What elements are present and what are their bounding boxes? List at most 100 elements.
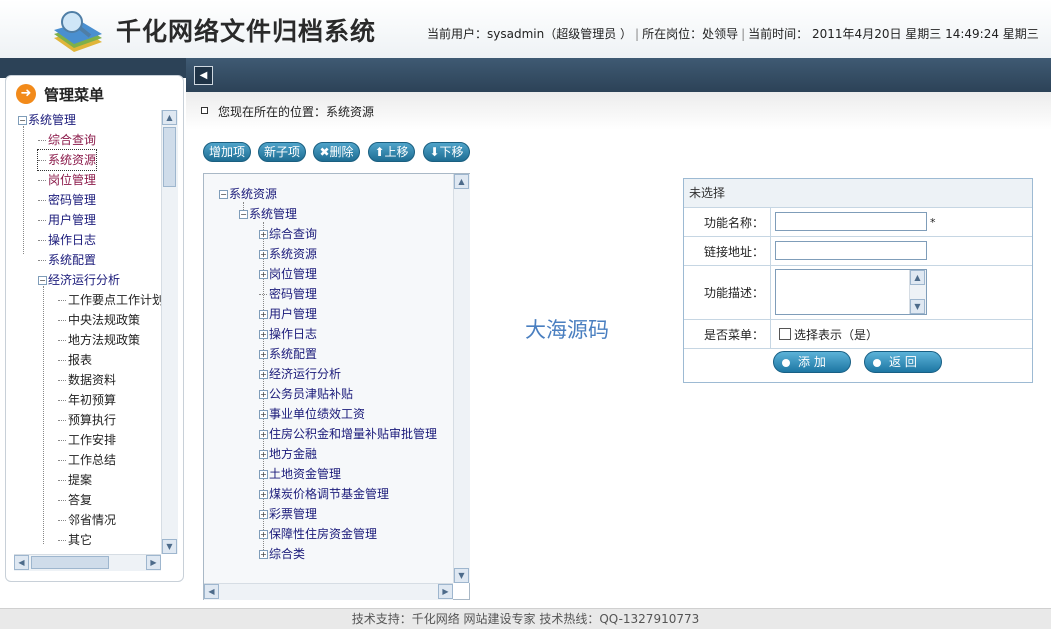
description-textarea[interactable]: ▲ ▼: [775, 269, 927, 315]
menu-tree: − 系统管理 综合查询 系统资源 岗位管理 密码管理 用户管理 操作日志 系统配置…: [12, 110, 162, 554]
textarea-scrollbar[interactable]: ▲ ▼: [909, 270, 926, 314]
tree-node[interactable]: + 住房公积金和增量补贴审批管理: [259, 424, 437, 444]
collapse-icon: −: [18, 116, 27, 125]
expand-icon: +: [259, 350, 268, 359]
resource-tree-panel: − 系统资源 − 系统管理 + 综合查询 + 系统资源 + 岗位管理 密码管理 + 用户管理…: [203, 173, 470, 600]
scroll-up-icon[interactable]: ▲: [162, 110, 177, 125]
tree-node[interactable]: + 公务员津贴补贴: [259, 384, 353, 404]
sidebar-item[interactable]: − 经济运行分析: [38, 270, 120, 290]
tree-node-root[interactable]: − 系统资源: [219, 184, 277, 204]
collapse-icon: −: [38, 276, 47, 285]
tree-node[interactable]: + 彩票管理: [259, 504, 317, 524]
sidebar-subitem[interactable]: 数据资料: [58, 370, 116, 390]
sidebar-subitem[interactable]: 工作安排: [58, 430, 116, 450]
tree-node[interactable]: + 事业单位绩效工资: [259, 404, 365, 424]
sidebar-subitem[interactable]: 其它: [58, 530, 92, 550]
tree-node[interactable]: + 地方金融: [259, 444, 317, 464]
link-url-input[interactable]: [775, 241, 927, 260]
scroll-down-icon[interactable]: ▼: [162, 539, 177, 554]
tree-node[interactable]: − 系统管理: [239, 204, 297, 224]
expand-icon: +: [259, 370, 268, 379]
edit-form: 未选择 功能名称： * 链接地址： 功能描述： ▲ ▼ 是否菜单： 选择表示（是…: [683, 178, 1033, 383]
sidebar-item[interactable]: 操作日志: [38, 230, 96, 250]
sidebar-item[interactable]: 综合查询: [38, 130, 96, 150]
sidebar-subitem[interactable]: 邻省情况: [58, 510, 116, 530]
tree-node[interactable]: + 综合查询: [259, 224, 317, 244]
add-item-button[interactable]: 增加项: [203, 142, 251, 162]
menu-label: 是否菜单：: [684, 320, 771, 348]
user-value: sysadmin（超级管理员 ）: [487, 27, 633, 41]
name-label: 功能名称：: [684, 208, 771, 236]
time-label: 当前时间：: [748, 27, 809, 41]
sidebar-item[interactable]: 岗位管理: [38, 170, 96, 190]
tree-node[interactable]: + 土地资金管理: [259, 464, 341, 484]
expand-icon: +: [259, 490, 268, 499]
user-label: 当前用户：: [427, 27, 488, 41]
sidebar-subitem[interactable]: 提案: [58, 470, 92, 490]
expand-icon: +: [259, 470, 268, 479]
tree-horizontal-scrollbar[interactable]: ◀ ▶: [204, 583, 453, 600]
delete-button[interactable]: ✖删除: [313, 142, 360, 162]
expand-icon: +: [259, 530, 268, 539]
is-menu-checkbox[interactable]: [779, 328, 791, 340]
scroll-down-icon[interactable]: ▼: [910, 299, 925, 314]
sidebar-item[interactable]: 用户管理: [38, 210, 96, 230]
move-down-button[interactable]: ⬇下移: [423, 142, 470, 162]
collapse-icon: −: [239, 210, 248, 219]
tree-node[interactable]: + 保障性住房资金管理: [259, 524, 377, 544]
expand-icon: +: [259, 510, 268, 519]
sidebar-vertical-scrollbar[interactable]: ▲ ▼: [161, 110, 178, 554]
add-child-button[interactable]: 新子项: [258, 142, 306, 162]
tree-node[interactable]: + 用户管理: [259, 304, 317, 324]
scroll-down-icon[interactable]: ▼: [454, 568, 469, 583]
expand-icon: +: [259, 430, 268, 439]
scroll-right-icon[interactable]: ▶: [146, 555, 161, 570]
tree-node[interactable]: + 岗位管理: [259, 264, 317, 284]
expand-icon: +: [259, 410, 268, 419]
sidebar-subitem[interactable]: 报表: [58, 350, 92, 370]
tree-node[interactable]: + 综合类: [259, 544, 305, 564]
scroll-thumb[interactable]: [163, 127, 176, 187]
sidebar-item[interactable]: 系统资源: [36, 149, 98, 171]
sidebar-item[interactable]: 密码管理: [38, 190, 96, 210]
sidebar-horizontal-scrollbar[interactable]: ◀ ▶: [14, 554, 161, 571]
scroll-right-icon[interactable]: ▶: [438, 584, 453, 599]
tree-node[interactable]: + 经济运行分析: [259, 364, 341, 384]
scroll-left-icon[interactable]: ◀: [204, 584, 219, 599]
expand-icon: +: [259, 310, 268, 319]
tree-node[interactable]: 密码管理: [259, 284, 317, 304]
time-value: 2011年4月20日 星期三 14:49:24 星期三: [812, 27, 1039, 41]
sidebar-subitem[interactable]: 年初预算: [58, 390, 116, 410]
required-mark: *: [930, 216, 936, 229]
sidebar-subitem[interactable]: 预算执行: [58, 410, 116, 430]
sidebar-subitem[interactable]: 工作要点工作计划: [58, 290, 162, 310]
desc-label: 功能描述：: [684, 266, 771, 319]
sidebar-subitem[interactable]: 地方法规政策: [58, 330, 140, 350]
sidebar-item-root[interactable]: − 系统管理: [18, 110, 76, 130]
scroll-up-icon[interactable]: ▲: [454, 174, 469, 189]
tree-node[interactable]: + 系统配置: [259, 344, 317, 364]
tree-vertical-scrollbar[interactable]: ▲ ▼: [453, 174, 470, 583]
form-header: 未选择: [684, 179, 1032, 208]
function-name-input[interactable]: [775, 212, 927, 231]
sidebar-item[interactable]: 系统配置: [38, 250, 96, 270]
sidebar-subitem[interactable]: 答复: [58, 490, 92, 510]
arrow-up-icon: ⬆: [374, 145, 385, 159]
tree-node[interactable]: + 煤炭价格调节基金管理: [259, 484, 389, 504]
sidebar-subitem[interactable]: 工作总结: [58, 450, 116, 470]
collapse-sidebar-button[interactable]: ◀: [194, 66, 213, 85]
menu-title: 管理菜单: [44, 86, 105, 104]
footer: 技术支持：千化网络 网站建设专家 技术热线：QQ-1327910773: [0, 608, 1051, 629]
breadcrumb-text: 您现在所在的位置：系统资源: [218, 105, 375, 119]
back-button[interactable]: 返 回: [864, 351, 942, 373]
scroll-up-icon[interactable]: ▲: [910, 270, 925, 285]
tree-node[interactable]: + 系统资源: [259, 244, 317, 264]
move-up-button[interactable]: ⬆上移: [368, 142, 415, 162]
delete-icon: ✖: [319, 145, 330, 159]
add-button[interactable]: 添 加: [773, 351, 851, 373]
sidebar-subitem[interactable]: 中央法规政策: [58, 310, 140, 330]
scroll-left-icon[interactable]: ◀: [14, 555, 29, 570]
scroll-thumb[interactable]: [31, 556, 109, 569]
tree-node[interactable]: + 操作日志: [259, 324, 317, 344]
watermark: 大海源码: [525, 318, 609, 342]
